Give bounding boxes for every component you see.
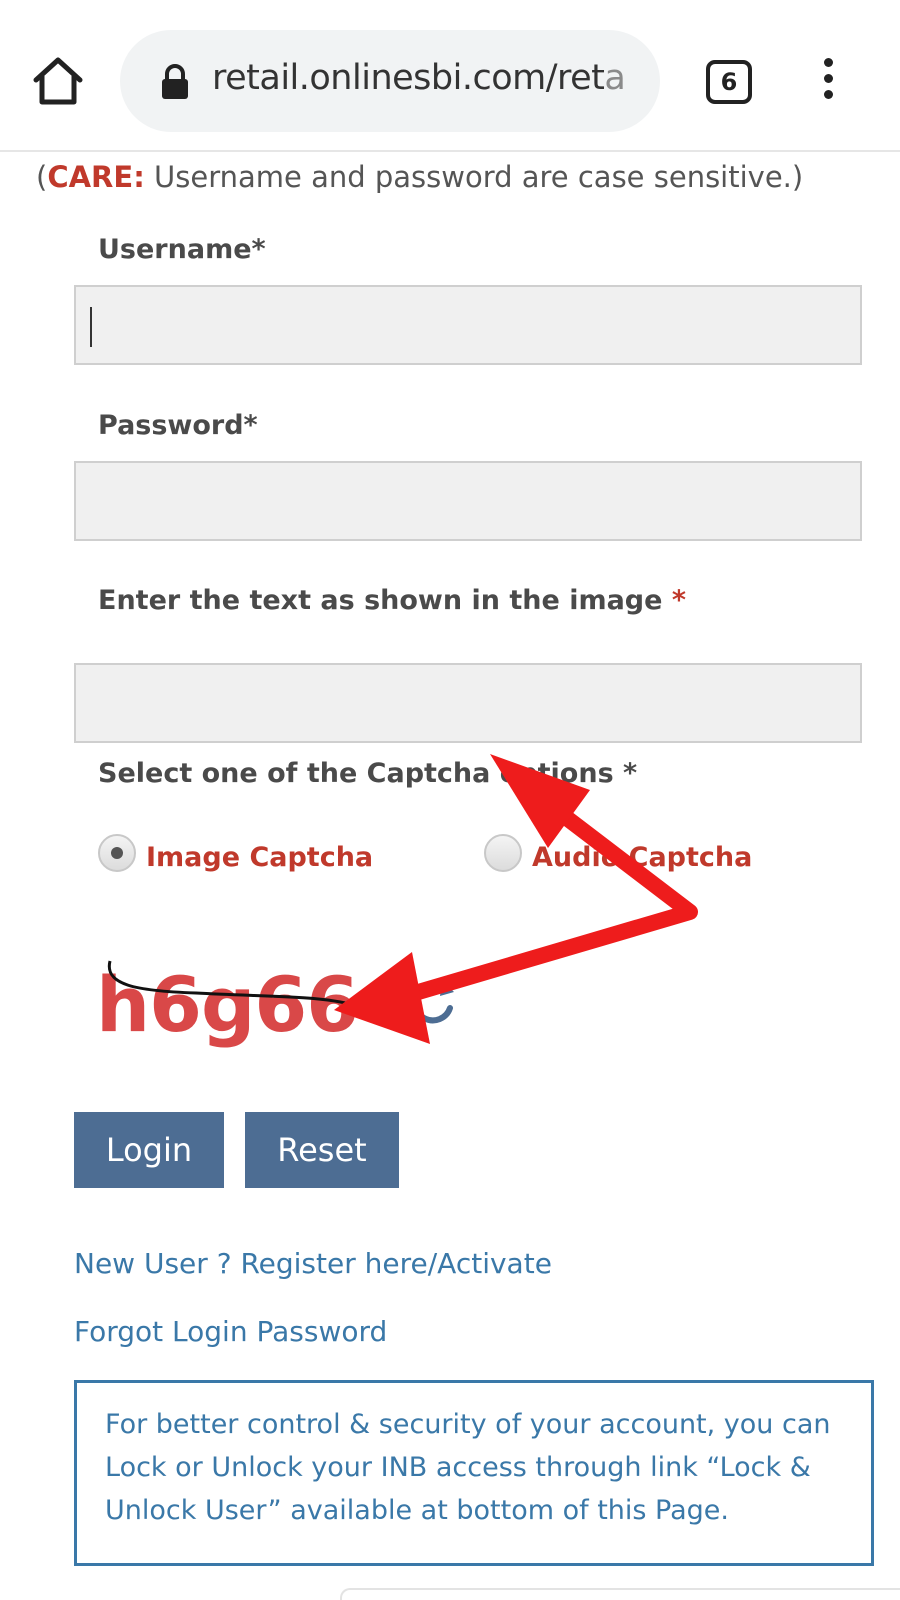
captcha-input[interactable] xyxy=(74,663,862,743)
address-bar[interactable]: retail.onlinesbi.com/reta xyxy=(120,30,660,132)
username-input[interactable] xyxy=(74,285,862,365)
browser-toolbar: retail.onlinesbi.com/reta 6 xyxy=(0,0,900,152)
security-info-box: For better control & security of your ac… xyxy=(74,1380,874,1566)
home-icon[interactable] xyxy=(30,52,86,108)
case-sensitive-notice: (CARE: Username and password are case se… xyxy=(36,160,803,194)
text-cursor xyxy=(90,307,92,347)
password-label: Password* xyxy=(98,410,258,441)
captcha-text-label: Enter the text as shown in the image * xyxy=(98,585,686,616)
captcha-strike-line xyxy=(107,960,361,1009)
url-main: retail.onlinesbi.com/ret xyxy=(212,58,605,98)
image-captcha-label[interactable]: Image Captcha xyxy=(146,842,373,873)
required-marker: * xyxy=(671,585,686,616)
more-vert-icon[interactable] xyxy=(818,58,838,108)
username-label: Username* xyxy=(98,234,266,265)
register-link[interactable]: New User ? Register here/Activate xyxy=(74,1247,552,1280)
tabs-count: 6 xyxy=(720,68,738,96)
care-label: CARE: xyxy=(47,160,145,194)
bottom-sheet-edge xyxy=(340,1588,900,1600)
menu-dot xyxy=(823,90,833,99)
audio-captcha-radio[interactable] xyxy=(484,834,522,872)
refresh-icon[interactable] xyxy=(406,976,458,1028)
password-input[interactable] xyxy=(74,461,862,541)
lock-icon xyxy=(162,64,188,99)
menu-dot xyxy=(823,58,833,67)
captcha-image: h6g66 xyxy=(96,955,376,1055)
captcha-text-label-text: Enter the text as shown in the image xyxy=(98,585,672,616)
tabs-count-button[interactable]: 6 xyxy=(706,60,752,104)
menu-dot xyxy=(823,74,833,83)
care-open: ( xyxy=(36,160,48,194)
care-text: Username and password are case sensitive… xyxy=(144,160,804,194)
security-info-text: For better control & security of your ac… xyxy=(105,1409,831,1526)
audio-captcha-label[interactable]: Audio Captcha xyxy=(532,842,752,873)
image-captcha-radio[interactable] xyxy=(98,834,136,872)
login-button[interactable]: Login xyxy=(74,1112,224,1188)
url-text: retail.onlinesbi.com/reta xyxy=(212,58,626,98)
forgot-password-link[interactable]: Forgot Login Password xyxy=(74,1315,387,1348)
url-faded: a xyxy=(604,58,626,98)
captcha-option-label: Select one of the Captcha options * xyxy=(98,758,638,789)
reset-button[interactable]: Reset xyxy=(245,1112,399,1188)
